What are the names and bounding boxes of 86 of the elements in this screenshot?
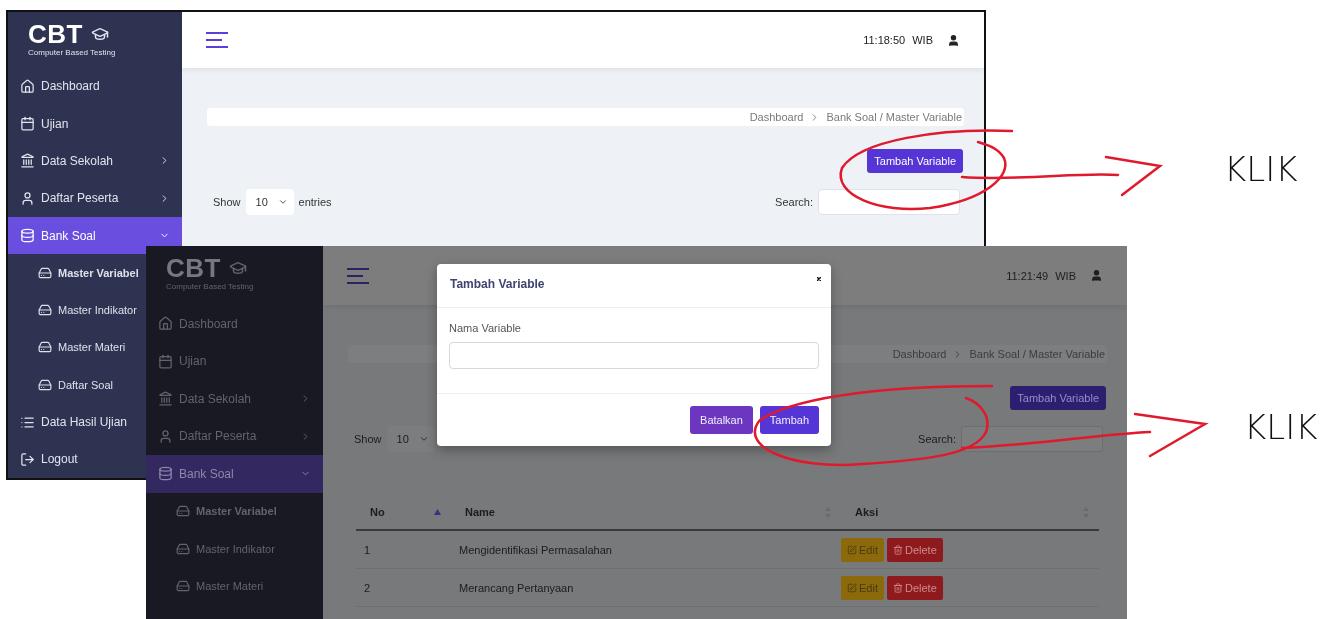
entries-label: entries xyxy=(298,196,332,208)
cancel-button[interactable]: Batalkan xyxy=(690,406,753,434)
drive-icon xyxy=(176,504,190,519)
logo-title: CBT xyxy=(28,22,83,46)
logo-subtitle: Computer Based Testing xyxy=(28,48,117,57)
sidebar-item[interactable]: Daftar Peserta xyxy=(146,417,323,455)
sidebar-subitem[interactable]: Master Variabel xyxy=(8,254,146,292)
delete-button[interactable]: Delete xyxy=(886,575,943,600)
breadcrumb-item: Bank Soal / Master Variable xyxy=(969,348,1105,360)
submit-button[interactable]: Tambah xyxy=(759,406,819,434)
chevron-icon xyxy=(418,434,429,444)
sidebar-subitem[interactable]: Master Materi xyxy=(146,567,323,605)
annotation-text: KLIK xyxy=(1244,410,1318,444)
menu-item-icon xyxy=(20,451,35,467)
menu-item-icon xyxy=(20,153,35,169)
table-cell-text: 1 xyxy=(363,543,372,556)
menu-item-icon xyxy=(158,391,173,407)
sidebar-item[interactable]: Data Hasil Ujian xyxy=(8,403,146,441)
trash-icon xyxy=(892,544,903,555)
sidebar-subitem[interactable]: Master Indikator xyxy=(146,530,323,568)
add-variable-button[interactable]: Tambah Variable xyxy=(867,149,963,173)
delete-button[interactable]: Delete xyxy=(886,537,943,562)
menu-item-icon xyxy=(20,228,35,244)
sidebar-item[interactable]: Data Sekolah xyxy=(8,142,182,180)
sidebar-item[interactable]: Bank Soal xyxy=(146,455,323,493)
show-label: Show xyxy=(354,433,382,445)
table-cell-text: Mengidentifikasi Permasalahan xyxy=(458,543,613,556)
sidebar-subitem[interactable]: Master Materi xyxy=(8,328,146,367)
column-header[interactable]: No xyxy=(356,506,451,518)
field-label: Nama Variable xyxy=(449,322,522,334)
chevron-icon xyxy=(277,197,288,207)
search-label: Search: xyxy=(918,433,956,445)
menu-item-icon xyxy=(158,428,173,444)
sidebar-item[interactable]: Ujian xyxy=(146,342,323,380)
breadcrumb-item[interactable]: Dashboard xyxy=(892,348,947,360)
table-cell-text: Merancang Pertanyaan xyxy=(458,581,575,594)
breadcrumb-item[interactable]: Dashboard xyxy=(749,111,804,123)
column-header[interactable]: Name xyxy=(451,506,841,518)
sidebar-item[interactable]: Ujian xyxy=(8,105,182,143)
show-label: Show xyxy=(213,196,241,208)
menu-item-icon xyxy=(20,78,35,94)
sidebar-item[interactable]: Dashboard xyxy=(8,67,182,106)
menu-icon[interactable] xyxy=(347,267,369,284)
user-icon[interactable] xyxy=(947,33,960,47)
search-label: Search: xyxy=(775,196,813,208)
menu-item-icon xyxy=(20,414,35,430)
entries-select[interactable]: 10 xyxy=(245,189,294,215)
drive-icon xyxy=(38,265,52,280)
edit-icon xyxy=(847,582,857,593)
drive-icon xyxy=(38,377,52,392)
add-variable-button[interactable]: Tambah Variable xyxy=(1010,386,1106,410)
edit-icon xyxy=(847,544,857,555)
dialog-title: Tambah Variable xyxy=(450,277,545,291)
menu-item-icon xyxy=(20,190,35,206)
menu-item-icon xyxy=(158,316,173,332)
clock-text: 11:21:49 WIB xyxy=(1006,269,1076,282)
clock-text: 11:18:50 WIB xyxy=(863,34,933,46)
drive-icon xyxy=(38,303,52,318)
graduation-cap-icon xyxy=(90,25,109,43)
sidebar-item[interactable]: Bank Soal xyxy=(8,216,182,255)
sort-ascending-icon[interactable] xyxy=(434,509,441,515)
logo-title: CBT xyxy=(166,256,221,280)
drive-icon xyxy=(176,579,190,594)
close-icon[interactable] xyxy=(817,277,821,281)
menu-item-icon xyxy=(20,116,35,132)
menu-icon[interactable] xyxy=(206,32,228,48)
sidebar-subitem[interactable]: Master Indikator xyxy=(8,291,146,329)
input-field[interactable] xyxy=(449,342,819,369)
sidebar-item[interactable]: Dashboard xyxy=(146,305,323,343)
column-header[interactable]: Aksi xyxy=(841,506,1099,518)
menu-item-icon xyxy=(158,466,173,482)
sidebar-item[interactable]: Data Sekolah xyxy=(146,380,323,418)
graduation-cap-icon xyxy=(228,259,247,277)
sidebar-subitem[interactable]: Daftar Soal xyxy=(8,366,146,404)
drive-icon xyxy=(176,541,190,556)
table-cell-text: 2 xyxy=(363,581,372,594)
entries-select[interactable]: 10 xyxy=(386,426,435,452)
sidebar-subitem[interactable]: Master Variabel xyxy=(146,492,323,530)
trash-icon xyxy=(892,582,903,593)
logo-subtitle: Computer Based Testing xyxy=(166,282,255,291)
annotation-text: KLIK xyxy=(1224,152,1298,186)
drive-icon xyxy=(38,340,52,355)
sidebar-item[interactable]: Logout xyxy=(8,440,146,478)
menu-item-icon xyxy=(158,353,173,369)
sidebar-item[interactable]: Daftar Peserta xyxy=(8,179,182,217)
breadcrumb-item: Bank Soal / Master Variable xyxy=(826,111,962,123)
